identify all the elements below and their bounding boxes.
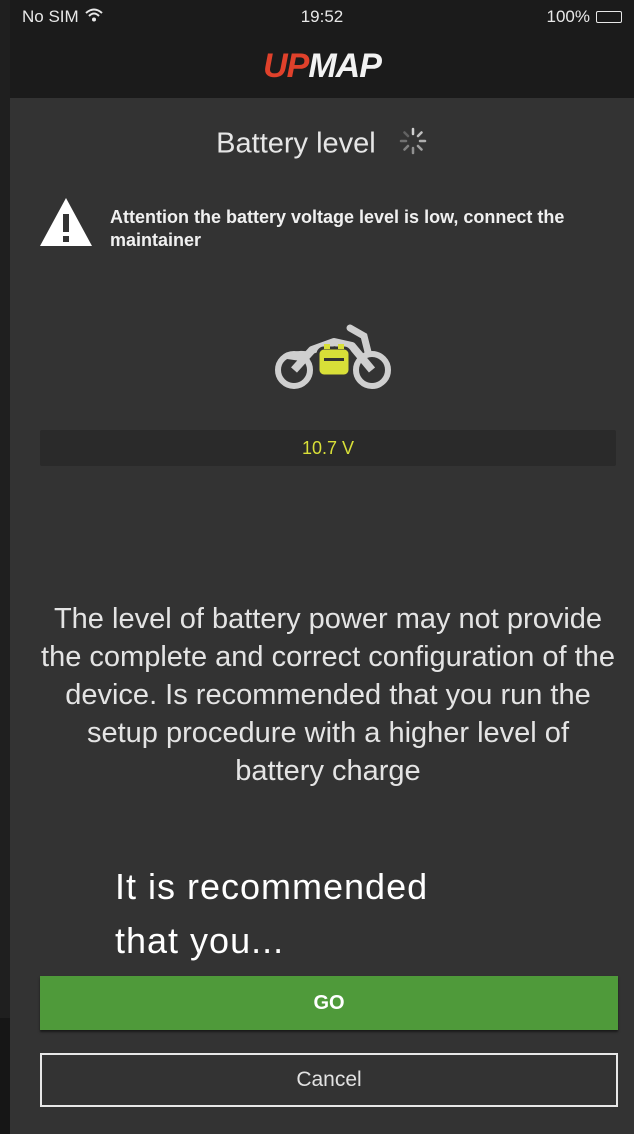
go-button[interactable]: GO — [40, 976, 618, 1030]
low-battery-warning: Attention the battery voltage level is l… — [38, 196, 618, 253]
app-header: UP MAP — [10, 34, 634, 98]
caption-line-2: that you... — [115, 920, 285, 961]
status-bar: No SIM 19:52 100% — [10, 0, 634, 34]
app-screen: No SIM 19:52 100% UP MAP Battery level A… — [10, 0, 634, 1134]
loading-spinner-icon — [398, 126, 428, 164]
motorcycle-battery-icon — [272, 322, 392, 399]
cancel-button[interactable]: Cancel — [40, 1053, 618, 1107]
battery-icon — [596, 11, 622, 23]
left-edge-strip — [0, 0, 10, 1134]
battery-percent: 100% — [546, 7, 590, 26]
warning-triangle-icon — [38, 196, 94, 253]
status-time: 19:52 — [300, 7, 344, 26]
caption-overlay: It is recommended that you... — [115, 860, 495, 968]
status-right: 100% — [547, 7, 622, 27]
logo-up-text: UP — [263, 46, 309, 85]
voltage-display: 10.7 V — [40, 430, 616, 466]
caption-line-1: It is recommended — [115, 866, 429, 907]
page-title: Battery level — [216, 127, 376, 160]
logo-map-text: MAP — [308, 46, 382, 85]
voltage-value: 10.7 V — [301, 437, 355, 458]
battery-advice-message: The level of battery power may not provi… — [41, 603, 615, 787]
upmap-logo: UP MAP — [263, 46, 382, 86]
page-title-row: Battery level — [10, 126, 634, 164]
warning-text: Attention the battery voltage level is l… — [110, 207, 565, 250]
